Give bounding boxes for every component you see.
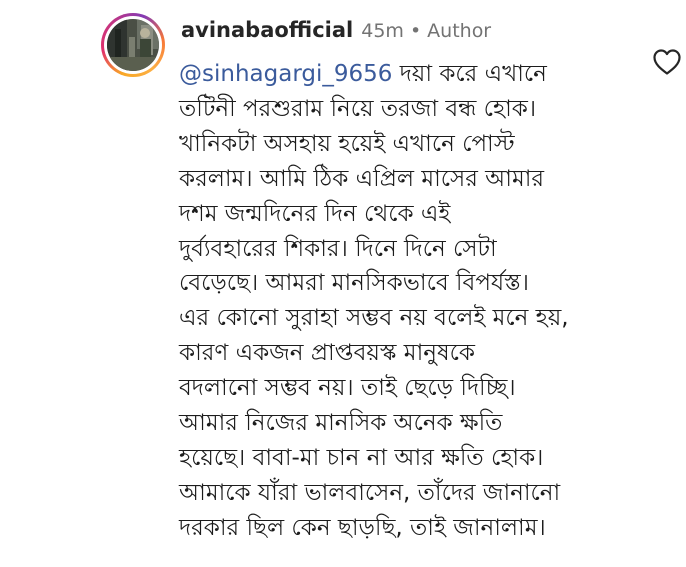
comment-line-11: আমার নিজের মানসিক অনেক ক্ষতি (179, 410, 503, 437)
avatar-photo (107, 19, 159, 71)
mention-link[interactable]: @sinhagargi_9656 (179, 61, 392, 87)
comment-body: @sinhagargi_9656 দয়া করে এখানে তটিনী পর… (179, 57, 619, 546)
author-badge: Author (427, 20, 492, 42)
heart-outline-icon (653, 49, 681, 75)
comment-line-10: বদলানো সম্ভব নয়। তাই ছেড়ে দিচ্ছি। (179, 375, 516, 402)
comment-header: avinabaofficial 45m • Author (181, 18, 491, 48)
timestamp[interactable]: 45m (361, 20, 404, 42)
username[interactable]: avinabaofficial (181, 18, 353, 42)
avatar-image (107, 19, 159, 71)
comment-line-12: হয়েছে। বাবা-মা চান না আর ক্ষতি হোক। (179, 444, 544, 471)
comment-line-9: কারণ একজন প্রাপ্তবয়স্ক মানুষকে (179, 340, 475, 367)
comment-line-2: তটিনী পরশুরাম নিয়ে তরজা বন্ধ হোক। (179, 95, 537, 122)
meta-separator: • (409, 20, 422, 42)
avatar-ring-gap (104, 16, 162, 74)
comment-line-6: দুর্ব্যবহারের শিকার। দিনে দিনে সেটা (179, 235, 497, 262)
comment: avinabaofficial 45m • Author @sinhagargi… (0, 0, 686, 567)
comment-line-4: করলাম। আমি ঠিক এপ্রিল মাসের আমার (179, 165, 545, 192)
like-button[interactable] (652, 48, 682, 76)
comment-line-7: বেড়েছে। আমরা মানসিকভাবে বিপর্যস্ত। (179, 270, 529, 297)
comment-line-8: এর কোনো সুরাহা সম্ভব নয় বলেই মনে হয়, (179, 305, 569, 332)
comment-text: দয়া করে এখানে (399, 61, 547, 87)
comment-line-14: দরকার ছিল কেন ছাড়ছি, তাই জানালাম। (179, 514, 546, 541)
avatar[interactable] (101, 13, 165, 77)
comment-line-3: খানিকটা অসহায় হয়েই এখানে পোস্ট (179, 130, 515, 157)
comment-line-13: আমাকে যাঁরা ভালবাসেন, তাঁদের জানানো (179, 479, 561, 506)
comment-line-5: দশম জন্মদিনের দিন থেকে এই (179, 200, 451, 227)
comment-line-1: @sinhagargi_9656 দয়া করে এখানে (179, 57, 619, 92)
